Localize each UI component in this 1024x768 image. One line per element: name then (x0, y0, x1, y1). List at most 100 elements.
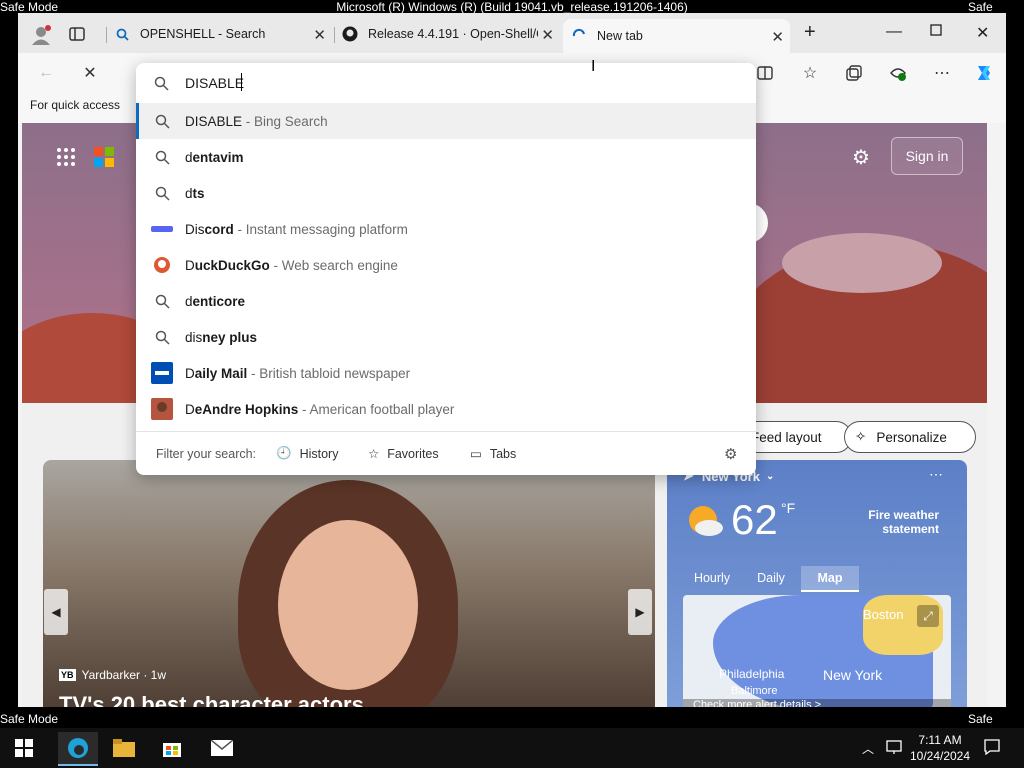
filter-favorites-button[interactable]: ☆ Favorites (368, 446, 439, 462)
weather-unit: °F (781, 500, 796, 516)
taskbar-clock[interactable]: 7:11 AM 10/24/2024 (900, 732, 980, 764)
address-bar[interactable]: DISABLE (136, 63, 756, 103)
close-tab-icon[interactable]: ✕ (313, 26, 326, 44)
suggestion-hint: - American football player (298, 401, 455, 417)
apps-grid-icon[interactable] (56, 147, 76, 167)
map-footer[interactable]: Check more alert details > (683, 699, 951, 707)
browser-essentials-icon[interactable] (888, 63, 908, 83)
copilot-icon[interactable] (974, 63, 994, 83)
filter-tabs-button[interactable]: ▭ Tabs (470, 446, 517, 462)
suggestion-completion: enticore (192, 293, 246, 309)
discord-logo-icon (150, 217, 174, 241)
suggestion-hint: - Bing Search (242, 113, 328, 129)
suggestion-completion: ts (192, 185, 205, 201)
suggestion-row[interactable]: Discord - Instant messaging platform (136, 211, 756, 247)
duckduckgo-logo-icon (150, 253, 174, 277)
history-icon: 🕘 (276, 446, 292, 460)
new-tab-plus-icon[interactable]: + (804, 21, 816, 44)
page-settings-gear-icon[interactable]: ⚙ (852, 145, 874, 169)
suggestion-prefix: D (185, 401, 195, 417)
suggestion-completion: entavim (192, 149, 244, 165)
fire-weather-alert[interactable]: Fire weather statement (853, 508, 939, 536)
sign-in-button[interactable]: Sign in (891, 137, 963, 175)
suggestion-row[interactable]: disney plus (136, 319, 756, 355)
suggestion-row[interactable]: dentavim (136, 139, 756, 175)
weather-map[interactable]: Boston Philadelphia New York Baltimore ⤢… (683, 595, 951, 707)
notifications-icon[interactable] (984, 739, 1000, 758)
add-favorite-icon[interactable]: ☆ (800, 63, 820, 83)
mail-icon[interactable] (206, 732, 238, 764)
sparkle-icon: ✧ (855, 429, 867, 444)
suggestion-prefix: d (185, 149, 193, 165)
weather-tab-map[interactable]: Map (801, 566, 859, 592)
settings-more-icon[interactable]: ⋯ (932, 63, 952, 83)
suggestion-prefix: d (185, 185, 193, 201)
suggestion-row[interactable]: Daily Mail - British tabloid newspaper (136, 355, 756, 391)
close-window-icon[interactable]: ✕ (976, 23, 989, 43)
news-age: · 1w (143, 668, 167, 682)
tab-release-github[interactable]: Release 4.4.191 · Open-Shell/O ✕ (334, 21, 560, 47)
tray-chevron-up-icon[interactable]: ︿ (862, 740, 874, 757)
back-arrow-icon[interactable]: ← (36, 63, 56, 83)
person-thumbnail-icon (150, 397, 174, 421)
news-headline[interactable]: TV's 20 best character actors (59, 692, 364, 707)
carousel-next-button[interactable]: ▶ (628, 589, 652, 635)
yardbarker-logo-icon: YB (59, 669, 76, 681)
filter-tabs-label: Tabs (489, 446, 517, 461)
suggestion-completion: aily Mail (194, 365, 248, 381)
close-tab-icon[interactable]: ✕ (541, 26, 554, 44)
microsoft-logo-icon (94, 147, 114, 167)
tab-openshell-search[interactable]: OPENSHELL - Search ✕ (106, 21, 332, 47)
browser-window: OPENSHELL - Search ✕ Release 4.4.191 · O… (18, 13, 1006, 707)
system-build-title: Microsoft (R) Windows (R) (Build 19041.v… (336, 0, 688, 14)
map-label-baltimore: Baltimore (731, 685, 778, 697)
minimize-icon[interactable]: — (886, 23, 902, 41)
suggestion-prefix: dis (185, 329, 203, 345)
loading-icon (571, 28, 587, 44)
dailymail-logo-icon (150, 361, 174, 385)
github-icon (342, 26, 358, 42)
start-windows-icon[interactable] (8, 732, 40, 764)
maximize-icon[interactable] (930, 23, 942, 41)
safe-mode-label-bl: Safe Mode (0, 712, 59, 726)
weather-more-icon[interactable]: ⋯ (929, 466, 943, 483)
file-explorer-icon[interactable] (108, 732, 140, 764)
filter-settings-gear-icon[interactable]: ⚙ (724, 445, 737, 463)
carousel-prev-button[interactable]: ◀ (44, 589, 68, 635)
safe-mode-label-tl: Safe Mode (0, 0, 59, 14)
suggestion-hint: - British tabloid newspaper (247, 365, 411, 381)
news-card[interactable]: YB Yardbarker · 1w TV's 20 best characte… (43, 460, 655, 707)
split-screen-icon[interactable] (755, 63, 775, 83)
search-icon (150, 325, 174, 349)
map-label-boston: Boston (863, 607, 904, 622)
suggestion-row[interactable]: DeAndre Hopkins - American football play… (136, 391, 756, 427)
tabs-icon: ▭ (470, 447, 482, 461)
suggestion-row[interactable]: DuckDuckGo - Web search engine (136, 247, 756, 283)
filter-history-button[interactable]: 🕘 History (276, 446, 338, 461)
clock-time: 7:11 AM (918, 733, 962, 747)
personalize-button[interactable]: ✧ Personalize (844, 421, 976, 453)
suggestion-row[interactable]: dts (136, 175, 756, 211)
address-input[interactable]: DISABLE (185, 75, 244, 91)
alert-line-1: Fire weather (868, 508, 939, 522)
suggestion-row[interactable]: DISABLE - Bing Search (136, 103, 756, 139)
suggestion-row[interactable]: denticore (136, 283, 756, 319)
personalize-label: Personalize (876, 429, 947, 445)
close-tab-icon[interactable]: ✕ (771, 28, 784, 46)
search-icon (150, 109, 174, 133)
feed-layout-label: Feed layout (751, 429, 822, 445)
collections-icon[interactable] (844, 63, 864, 83)
tab-new-tab[interactable]: New tab ✕ (563, 19, 790, 53)
profile-avatar-icon[interactable] (30, 24, 52, 46)
workspaces-icon[interactable] (68, 25, 86, 43)
weather-tab-daily[interactable]: Daily (743, 566, 799, 590)
edge-taskbar-icon[interactable] (58, 732, 98, 766)
expand-map-icon[interactable]: ⤢ (917, 605, 939, 627)
news-source: YB Yardbarker · 1w (59, 668, 166, 682)
star-icon: ☆ (368, 447, 380, 461)
weather-card[interactable]: ➤ New York ⌄ ⋯ 62 °F Fire weather statem… (667, 460, 967, 707)
weather-tab-hourly[interactable]: Hourly (683, 566, 741, 590)
stop-loading-icon[interactable]: ✕ (80, 63, 100, 83)
filter-favorites-label: Favorites (387, 446, 439, 461)
store-icon[interactable] (156, 732, 188, 764)
